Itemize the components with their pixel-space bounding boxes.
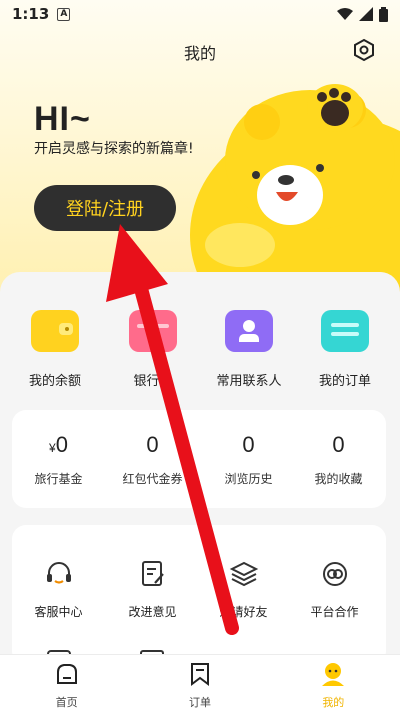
profile-icon bbox=[322, 663, 345, 686]
tab-home[interactable]: 首页 bbox=[0, 655, 133, 712]
service-customer-center[interactable]: 客服中心 bbox=[12, 559, 105, 620]
stat-label: 旅行基金 bbox=[34, 472, 83, 486]
service-partnership[interactable]: 平台合作 bbox=[288, 559, 381, 620]
bookmark-icon bbox=[190, 663, 209, 686]
layers-icon bbox=[229, 561, 258, 587]
stats-card: ¥0 旅行基金 0 红包代金券 0 浏览历史 0 我的收藏 bbox=[12, 410, 386, 508]
tab-label: 我的 bbox=[322, 696, 345, 709]
quick-action-label: 常用联系人 bbox=[216, 374, 282, 389]
profile-hero: 1:13 A 我的 HI~ 开启灵感与探索的新篇章! 登陆/注册 bbox=[0, 0, 400, 300]
stat-value: 0 bbox=[242, 432, 255, 457]
stat-label: 浏览历史 bbox=[224, 472, 273, 486]
feedback-icon bbox=[141, 561, 164, 586]
service-label: 客服中心 bbox=[34, 605, 83, 619]
headset-icon bbox=[46, 562, 71, 584]
quick-action-label: 银行卡 bbox=[133, 374, 173, 389]
partnership-icon bbox=[322, 562, 347, 586]
bottom-tab-bar: 首页 订单 我的 bbox=[0, 654, 400, 712]
quick-action-orders[interactable]: 我的订单 bbox=[295, 310, 395, 389]
quick-action-bank-card[interactable]: 银行卡 bbox=[103, 310, 203, 389]
quick-action-label: 我的订单 bbox=[318, 374, 371, 389]
stat-value: 0 bbox=[332, 432, 345, 457]
orders-icon bbox=[321, 310, 369, 352]
page-title: 我的 bbox=[183, 44, 216, 63]
slogan-text: 开启灵感与探索的新篇章! bbox=[34, 141, 194, 157]
stat-coupons[interactable]: 0 红包代金券 bbox=[106, 432, 199, 487]
status-time: 1:13 bbox=[12, 5, 50, 23]
stat-travel-fund[interactable]: ¥0 旅行基金 bbox=[12, 432, 105, 487]
stat-value: ¥0 bbox=[49, 432, 68, 457]
tab-profile[interactable]: 我的 bbox=[267, 655, 400, 712]
notification-icon: A bbox=[57, 7, 71, 21]
service-label: 平台合作 bbox=[310, 605, 359, 619]
service-feedback[interactable]: 改进意见 bbox=[106, 559, 199, 620]
service-label: 改进意见 bbox=[128, 605, 177, 619]
stat-label: 红包代金券 bbox=[122, 472, 183, 486]
stat-history[interactable]: 0 浏览历史 bbox=[202, 432, 295, 487]
stat-label: 我的收藏 bbox=[314, 472, 363, 486]
settings-icon[interactable] bbox=[352, 38, 376, 62]
quick-action-contacts[interactable]: 常用联系人 bbox=[199, 310, 299, 389]
quick-action-balance[interactable]: 我的余额 bbox=[5, 310, 105, 389]
status-bar: 1:13 A bbox=[0, 0, 400, 28]
signal-icon bbox=[359, 7, 373, 21]
tab-label: 首页 bbox=[55, 696, 78, 709]
stat-favorites[interactable]: 0 我的收藏 bbox=[292, 432, 385, 487]
wallet-icon bbox=[31, 310, 79, 352]
home-icon bbox=[56, 664, 77, 684]
service-label: 邀请好友 bbox=[219, 605, 268, 619]
bank-card-icon bbox=[129, 310, 177, 352]
stat-value: 0 bbox=[146, 432, 159, 457]
wifi-icon bbox=[337, 8, 353, 20]
contacts-folder-icon bbox=[225, 310, 273, 352]
service-invite-friends[interactable]: 邀请好友 bbox=[197, 559, 290, 620]
login-register-button[interactable]: 登陆/注册 bbox=[34, 185, 176, 231]
tab-label: 订单 bbox=[188, 696, 211, 709]
battery-icon bbox=[379, 6, 388, 22]
tab-orders[interactable]: 订单 bbox=[133, 655, 266, 712]
greeting-text: HI~ bbox=[34, 100, 91, 138]
services-card: 客服中心 改进意见 邀请好友 平台合作 bbox=[12, 525, 386, 665]
quick-action-label: 我的余额 bbox=[28, 374, 81, 389]
